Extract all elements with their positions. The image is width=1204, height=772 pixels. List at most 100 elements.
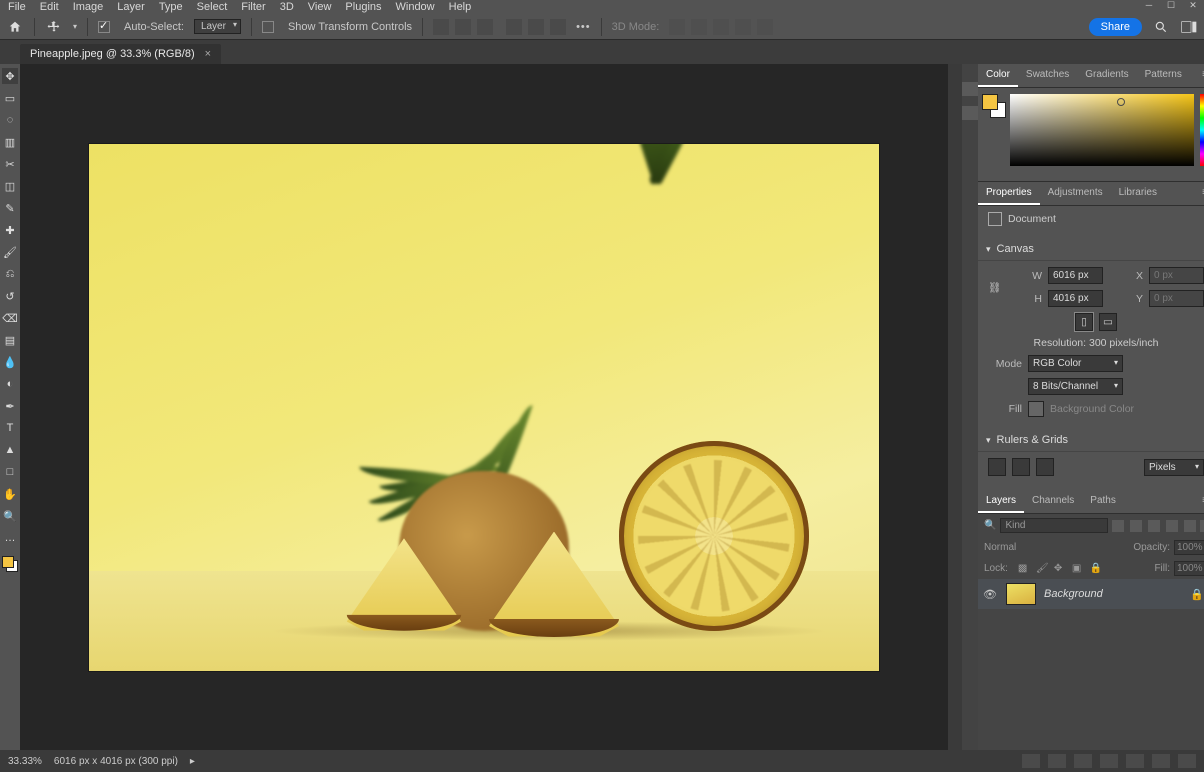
tab-gradients[interactable]: Gradients	[1077, 64, 1136, 87]
clone-stamp-tool[interactable]: ⎌	[2, 266, 18, 282]
dodge-tool[interactable]: ◐	[2, 376, 18, 392]
align-center-v-icon[interactable]	[528, 19, 544, 35]
canvas-viewport[interactable]	[20, 64, 948, 750]
filter-toggle-icon[interactable]	[1200, 520, 1204, 532]
align-center-h-icon[interactable]	[455, 19, 471, 35]
document-tab[interactable]: Pineapple.jpeg @ 33.3% (RGB/8) ×	[20, 44, 221, 64]
close-tab-icon[interactable]: ×	[205, 48, 211, 60]
rulers-toggle-button[interactable]	[988, 458, 1006, 476]
type-tool[interactable]: T	[2, 420, 18, 436]
history-panel-icon[interactable]	[962, 82, 978, 96]
move-tool-icon[interactable]	[45, 18, 63, 36]
lock-artboard-icon[interactable]: ▣	[1072, 563, 1084, 575]
panel-menu-icon[interactable]: ≡	[1194, 182, 1204, 205]
layer-name-label[interactable]: Background	[1044, 588, 1103, 600]
filter-pixel-icon[interactable]	[1112, 520, 1124, 532]
ruler-units-dropdown[interactable]: Pixels	[1144, 459, 1204, 476]
eraser-tool[interactable]: ⌫	[2, 310, 18, 326]
hue-slider[interactable]	[1200, 94, 1204, 166]
adjustment-layer-icon[interactable]	[1100, 754, 1118, 768]
crop-tool[interactable]: ✂	[2, 156, 18, 172]
layer-visibility-icon[interactable]: 👁	[982, 588, 998, 601]
move-tool[interactable]: ✥	[2, 68, 18, 84]
guides-toggle-button[interactable]	[1036, 458, 1054, 476]
maximize-icon[interactable]: ☐	[1164, 0, 1178, 10]
panel-menu-icon[interactable]: ≡	[1194, 64, 1204, 87]
history-brush-tool[interactable]: ↺	[2, 288, 18, 304]
tab-adjustments[interactable]: Adjustments	[1040, 182, 1111, 205]
marquee-tool[interactable]: ▭	[2, 90, 18, 106]
doc-dimensions[interactable]: 6016 px x 4016 px (300 ppi)	[54, 756, 178, 767]
bit-depth-dropdown[interactable]: 8 Bits/Channel	[1028, 378, 1123, 395]
width-input[interactable]: 6016 px	[1048, 267, 1103, 284]
height-input[interactable]: 4016 px	[1048, 290, 1103, 307]
status-chevron-icon[interactable]: ▸	[190, 756, 195, 767]
tab-channels[interactable]: Channels	[1024, 490, 1082, 513]
minimize-icon[interactable]: ─	[1142, 0, 1156, 10]
canvas-section-header[interactable]: Canvas	[978, 238, 1204, 261]
filter-type-icon[interactable]	[1148, 520, 1160, 532]
lock-pixels-icon[interactable]: 🖌	[1036, 563, 1048, 575]
menu-select[interactable]: Select	[197, 1, 228, 13]
color-mode-dropdown[interactable]: RGB Color	[1028, 355, 1123, 372]
layer-thumbnail[interactable]	[1006, 583, 1036, 605]
document-canvas[interactable]	[89, 144, 879, 671]
orientation-portrait-button[interactable]: ▯	[1075, 313, 1093, 331]
menu-help[interactable]: Help	[449, 1, 472, 13]
hand-tool[interactable]: ✋	[2, 486, 18, 502]
path-select-tool[interactable]: ▲	[2, 442, 18, 458]
fg-swatch[interactable]	[982, 94, 998, 110]
align-right-icon[interactable]	[477, 19, 493, 35]
delete-layer-icon[interactable]	[1178, 754, 1196, 768]
menu-plugins[interactable]: Plugins	[345, 1, 381, 13]
3d-pan-icon[interactable]	[713, 19, 729, 35]
menu-3d[interactable]: 3D	[280, 1, 294, 13]
fill-swatch[interactable]	[1028, 401, 1044, 417]
grid-toggle-button[interactable]	[1012, 458, 1030, 476]
layer-mask-icon[interactable]	[1074, 754, 1092, 768]
menu-file[interactable]: File	[8, 1, 26, 13]
blur-tool[interactable]: 💧	[2, 354, 18, 370]
share-button[interactable]: Share	[1089, 18, 1142, 36]
3d-roll-icon[interactable]	[691, 19, 707, 35]
tab-libraries[interactable]: Libraries	[1111, 182, 1165, 205]
fg-bg-swatch[interactable]	[982, 94, 1004, 175]
pen-tool[interactable]: ✒	[2, 398, 18, 414]
lasso-tool[interactable]: ◌	[2, 112, 18, 128]
group-icon[interactable]	[1126, 754, 1144, 768]
tab-properties[interactable]: Properties	[978, 182, 1040, 205]
tab-patterns[interactable]: Patterns	[1137, 64, 1190, 87]
opacity-input[interactable]: 100%	[1174, 540, 1204, 555]
close-icon[interactable]: ✕	[1186, 0, 1200, 10]
show-transform-checkbox[interactable]	[262, 21, 274, 33]
frame-tool[interactable]: ◫	[2, 178, 18, 194]
search-icon[interactable]	[1152, 18, 1170, 36]
filter-kind-icon[interactable]: 🔍	[984, 520, 996, 531]
filter-adjustment-icon[interactable]	[1130, 520, 1142, 532]
object-select-tool[interactable]: ▥	[2, 134, 18, 150]
brush-tool[interactable]: 🖌	[2, 244, 18, 260]
3d-zoom-icon[interactable]	[757, 19, 773, 35]
3d-orbit-icon[interactable]	[669, 19, 685, 35]
color-field[interactable]	[1010, 94, 1194, 166]
tab-layers[interactable]: Layers	[978, 490, 1024, 513]
lock-transparency-icon[interactable]: ▩	[1018, 563, 1030, 575]
filter-kind-dropdown[interactable]: Kind	[1000, 518, 1108, 533]
auto-select-checkbox[interactable]	[98, 21, 110, 33]
tab-paths[interactable]: Paths	[1082, 490, 1124, 513]
eyedropper-tool[interactable]: ✎	[2, 200, 18, 216]
vertical-scrollbar[interactable]	[948, 64, 962, 750]
3d-slide-icon[interactable]	[735, 19, 751, 35]
menu-filter[interactable]: Filter	[241, 1, 265, 13]
auto-select-target-dropdown[interactable]: Layer	[194, 19, 241, 34]
layer-lock-icon[interactable]: 🔒	[1190, 588, 1204, 601]
edit-toolbar-icon[interactable]: …	[2, 530, 18, 546]
healing-brush-tool[interactable]: ✚	[2, 222, 18, 238]
tool-preset-chevron-icon[interactable]: ▾	[73, 22, 77, 31]
layer-fill-input[interactable]: 100%	[1174, 561, 1204, 576]
workspace-switcher-icon[interactable]	[1180, 18, 1198, 36]
menu-type[interactable]: Type	[159, 1, 183, 13]
menu-edit[interactable]: Edit	[40, 1, 59, 13]
menu-view[interactable]: View	[308, 1, 332, 13]
align-bottom-icon[interactable]	[550, 19, 566, 35]
